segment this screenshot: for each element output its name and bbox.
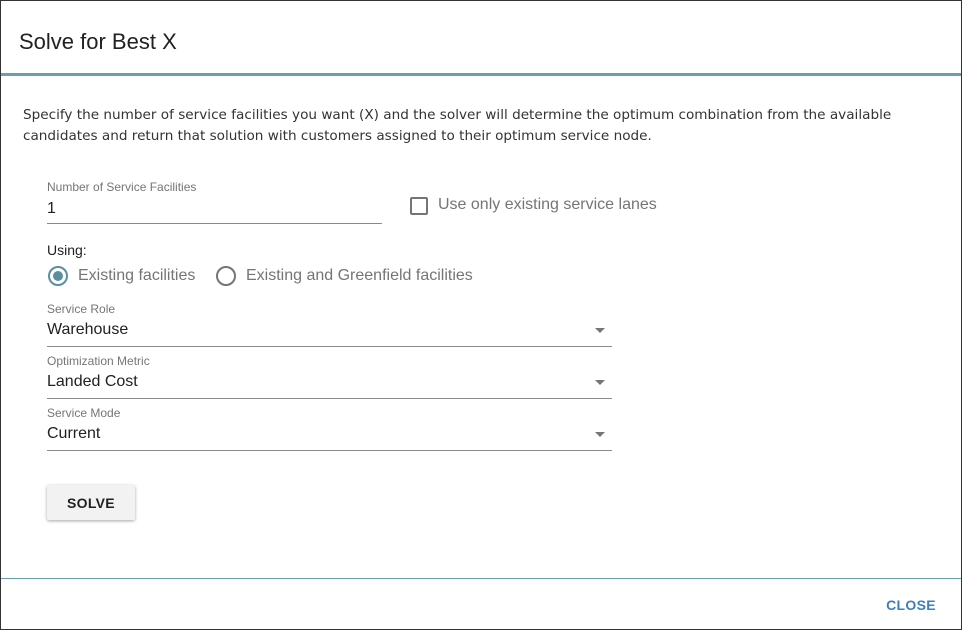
title-divider bbox=[1, 73, 961, 76]
chevron-down-icon bbox=[595, 432, 605, 437]
existing-lanes-label[interactable]: Use only existing service lanes bbox=[438, 195, 657, 215]
service-role-select[interactable] bbox=[47, 301, 612, 349]
facilities-count-label: Number of Service Facilities bbox=[47, 180, 197, 194]
footer-divider bbox=[1, 578, 961, 579]
service-mode-underline bbox=[47, 450, 612, 451]
existing-lanes-checkbox[interactable] bbox=[410, 197, 428, 215]
facilities-count-input[interactable]: 1 bbox=[47, 199, 382, 219]
using-label: Using: bbox=[47, 242, 87, 258]
chevron-down-icon bbox=[595, 380, 605, 385]
service-mode-select[interactable] bbox=[47, 405, 612, 453]
service-role-underline bbox=[47, 346, 612, 347]
dialog-title: Solve for Best X bbox=[19, 29, 177, 54]
close-button[interactable]: CLOSE bbox=[881, 593, 941, 617]
chevron-down-icon bbox=[595, 328, 605, 333]
service-role-value: Warehouse bbox=[47, 321, 129, 338]
existing-greenfield-label[interactable]: Existing and Greenfield facilities bbox=[246, 266, 473, 286]
solve-button[interactable]: SOLVE bbox=[47, 485, 135, 520]
service-mode-value: Current bbox=[47, 425, 101, 442]
optimization-metric-value: Landed Cost bbox=[47, 373, 138, 390]
dialog-description: Specify the number of service facilities… bbox=[23, 107, 892, 144]
existing-greenfield-radio[interactable] bbox=[216, 266, 236, 286]
optimization-metric-underline bbox=[47, 398, 612, 399]
solve-best-x-dialog: Solve for Best X Specify the number of s… bbox=[0, 0, 962, 630]
optimization-metric-label: Optimization Metric bbox=[47, 354, 150, 368]
existing-facilities-label[interactable]: Existing facilities bbox=[78, 266, 195, 286]
service-role-label: Service Role bbox=[47, 302, 116, 316]
existing-facilities-radio[interactable] bbox=[48, 266, 68, 286]
service-mode-label: Service Mode bbox=[47, 406, 121, 420]
facilities-count-underline bbox=[47, 223, 382, 224]
